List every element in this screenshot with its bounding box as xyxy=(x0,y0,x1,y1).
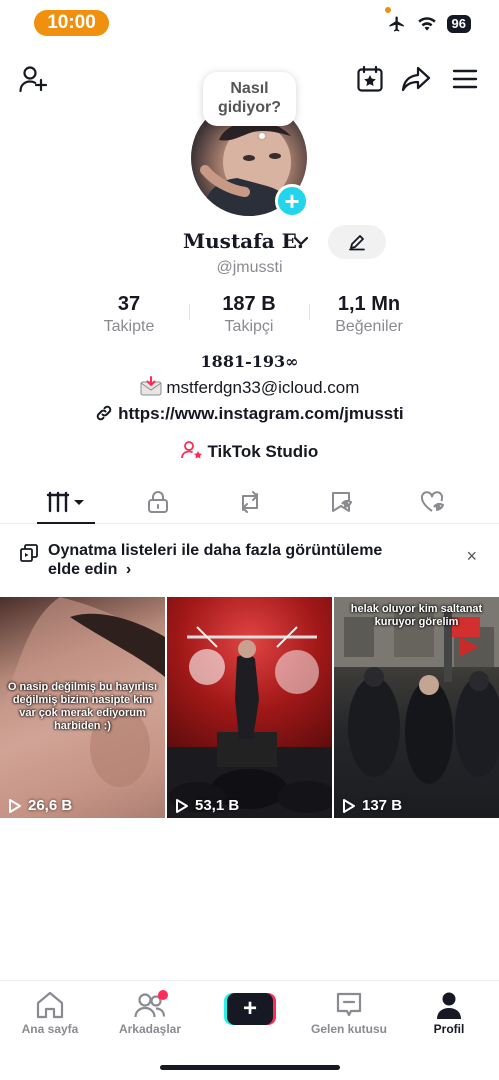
video-views: 137 B xyxy=(362,797,403,814)
repost-icon xyxy=(242,491,258,513)
video-2-image xyxy=(167,626,332,818)
stat-following-label: Takipte xyxy=(103,318,155,335)
bio-text: 1881-193∞ xyxy=(200,352,299,371)
tab-favorites[interactable] xyxy=(312,484,372,520)
stat-followers-value: 187 B xyxy=(222,293,276,315)
calendar-star-icon[interactable] xyxy=(355,64,385,94)
note-bubble[interactable]: Nasıl gidiyor? xyxy=(203,72,296,126)
tab-videos[interactable] xyxy=(36,484,96,520)
nav-profile[interactable]: Profil xyxy=(399,989,499,1036)
video-views: 26,6 B xyxy=(28,797,73,814)
name-row: Mustafa E. xyxy=(0,225,499,259)
play-icon xyxy=(9,798,21,813)
profile-tabs xyxy=(0,480,499,524)
battery-indicator: 96 xyxy=(446,15,471,33)
share-icon[interactable] xyxy=(401,64,431,94)
chevron-down-icon[interactable] xyxy=(293,235,309,247)
add-avatar-button[interactable]: + xyxy=(275,184,309,218)
home-icon xyxy=(36,991,64,1019)
lock-icon xyxy=(148,491,168,513)
tab-private[interactable] xyxy=(128,484,188,520)
person-star-icon xyxy=(180,441,202,459)
tab-liked[interactable] xyxy=(404,484,464,520)
tiktok-studio-label: TikTok Studio xyxy=(207,442,319,461)
pencil-icon xyxy=(349,235,365,251)
banner-text: Oynatma listeleri ile daha fazla görüntü… xyxy=(48,542,383,578)
play-icon xyxy=(176,798,188,813)
wifi-icon xyxy=(417,17,436,31)
profile-handle: @jmussti xyxy=(216,259,283,276)
profile-icon xyxy=(437,992,461,1019)
note-bubble-tail xyxy=(259,133,265,139)
stat-followers[interactable]: 187 B Takipçi xyxy=(189,292,309,338)
stats-row: 37 Takipte 187 B Takipçi 1,1 Mn Beğenile… xyxy=(0,292,499,338)
playlist-banner[interactable]: Oynatma listeleri ile daha fazla görüntü… xyxy=(0,540,499,584)
status-icons: 96 xyxy=(387,15,471,33)
status-bar: 10:00 96 xyxy=(0,0,499,46)
tab-reposts[interactable] xyxy=(220,484,280,520)
nav-friends[interactable]: Arkadaşlar xyxy=(100,989,200,1036)
plus-icon: + xyxy=(227,993,273,1025)
close-icon[interactable]: × xyxy=(466,546,477,567)
nav-home-label: Ana sayfa xyxy=(21,1022,79,1036)
video-views: 53,1 B xyxy=(195,797,240,814)
bookmark-hidden-icon xyxy=(332,492,352,512)
bio-email[interactable]: mstferdgn33@icloud.com xyxy=(166,378,359,397)
edit-profile-button[interactable] xyxy=(328,225,386,259)
profile-name[interactable]: Mustafa E. xyxy=(183,229,304,253)
banner-message: Oynatma listeleri ile daha fazla görüntü… xyxy=(48,541,418,579)
video-caption: helak oluyor kim saltanat kuruyor göreli… xyxy=(350,603,483,628)
video-view-count: 137 B xyxy=(342,797,402,814)
envelope-icon xyxy=(140,376,162,396)
nav-inbox-label: Gelen kutusu xyxy=(310,1022,387,1036)
bio-email-row: mstferdgn33@icloud.com xyxy=(0,376,499,398)
nav-home[interactable]: Ana sayfa xyxy=(0,989,100,1036)
home-indicator xyxy=(160,1065,340,1070)
notification-dot xyxy=(158,990,168,1000)
stat-likes-value: 1,1 Mn xyxy=(337,293,401,315)
play-icon xyxy=(343,798,355,813)
active-tab-indicator xyxy=(37,522,95,524)
video-thumbnail[interactable]: 53,1 B xyxy=(167,597,332,818)
add-friend-icon[interactable] xyxy=(18,64,48,94)
video-view-count: 53,1 B xyxy=(175,797,239,814)
video-caption: O nasip değilmiş bu hayırlısı değilmiş b… xyxy=(7,681,158,732)
video-grid: O nasip değilmiş bu hayırlısı değilmiş b… xyxy=(0,597,499,818)
create-button[interactable]: + xyxy=(224,993,276,1025)
inbox-icon xyxy=(336,992,362,1017)
bio-link[interactable]: https://www.instagram.com/jmussti xyxy=(118,404,404,423)
video-thumbnail[interactable]: helak oluyor kim saltanat kuruyor göreli… xyxy=(334,597,499,818)
bio-link-row[interactable]: https://www.instagram.com/jmussti xyxy=(0,404,499,424)
heart-hidden-icon xyxy=(420,491,444,512)
stat-following[interactable]: 37 Takipte xyxy=(69,292,189,338)
video-3-image xyxy=(334,597,499,784)
video-view-count: 26,6 B xyxy=(8,797,72,814)
status-time: 10:00 xyxy=(34,10,109,36)
banner-chevron: › xyxy=(125,561,132,578)
video-thumbnail[interactable]: O nasip değilmiş bu hayırlısı değilmiş b… xyxy=(0,597,165,818)
link-icon xyxy=(97,405,112,421)
videos-grid-icon xyxy=(46,491,84,513)
tiktok-studio-link[interactable]: TikTok Studio xyxy=(0,440,499,462)
stat-followers-label: Takipçi xyxy=(224,318,274,335)
privacy-indicator-dot xyxy=(385,7,391,13)
playlist-icon xyxy=(20,544,38,562)
nav-friends-label: Arkadaşlar xyxy=(118,1022,182,1036)
menu-icon[interactable] xyxy=(450,64,480,94)
airplane-icon xyxy=(389,16,404,32)
nav-inbox[interactable]: Gelen kutusu xyxy=(299,989,399,1036)
stat-following-value: 37 xyxy=(117,293,141,315)
stat-likes-label: Beğeniler xyxy=(335,318,403,335)
nav-profile-label: Profil xyxy=(433,1022,465,1036)
stat-likes[interactable]: 1,1 Mn Beğeniler xyxy=(309,292,429,338)
